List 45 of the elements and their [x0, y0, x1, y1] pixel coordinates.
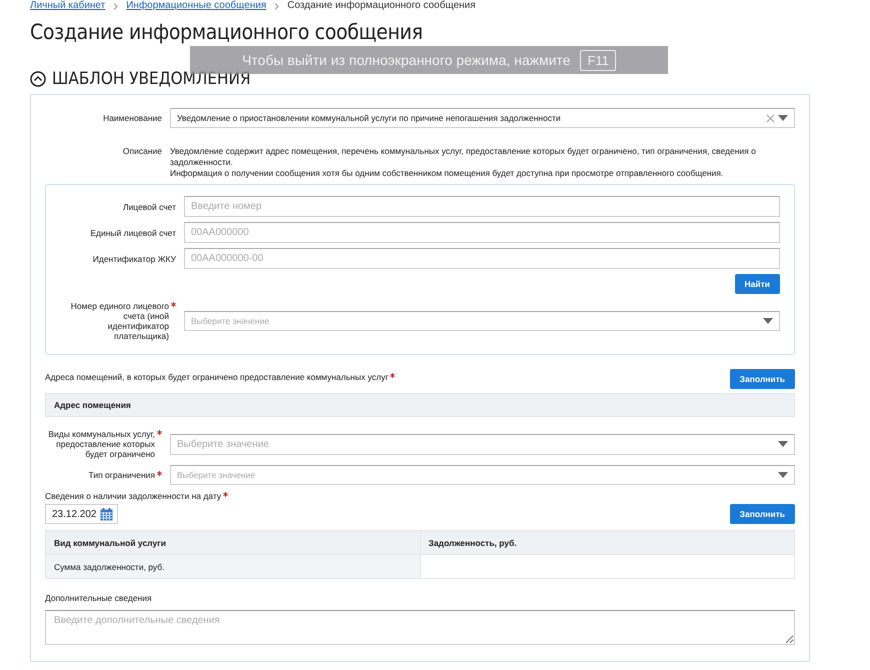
select-field[interactable]: Выберите значение	[184, 311, 780, 331]
breadcrumb-link[interactable]: Информационные сообщения	[126, 0, 266, 12]
description-text: Информация о получении сообщения хотя бы одним собственником помещения будет доступна при просмотре отправленного сообщения.	[170, 168, 724, 179]
column-header: Вид коммунальной услуги	[46, 530, 420, 554]
table-cell: Сумма задолженности, руб.	[46, 554, 420, 578]
notice-text: Чтобы выйти из полноэкранного режима, нажмите	[242, 52, 570, 68]
section-title: ШАБЛОН УВЕДОМЛЕНИЯ	[52, 69, 251, 89]
chevron-icon	[274, 2, 280, 10]
calendar-icon[interactable]	[100, 508, 112, 520]
select-field[interactable]: Уведомление о приостановлении коммунальной услуги по причине непогашения задолженности	[170, 108, 795, 128]
input-field[interactable]: 00АА000000-00	[184, 248, 780, 269]
field-label: Идентификатор ЖКУ	[92, 254, 176, 264]
field-label: Описание	[122, 146, 163, 156]
field-label: Номер единого лицевого счета (иной идентификатор плательщика)	[70, 301, 169, 341]
column-header: Задолженность, руб.	[420, 530, 794, 554]
caret-icon	[778, 472, 788, 478]
search-button[interactable]: Найти	[734, 274, 780, 294]
field-label: Виды коммунальных услуг, предоставление которых будет ограничено	[47, 429, 155, 459]
input-field[interactable]: Введите номер	[184, 196, 780, 217]
fill-button[interactable]: Заполнить	[730, 369, 795, 389]
select-field[interactable]: Выберите значение	[170, 434, 795, 454]
select-field[interactable]: Выберите значение	[170, 465, 795, 485]
caret-icon	[778, 115, 788, 121]
text-area[interactable]: Введите дополнительные сведения	[45, 610, 795, 645]
field-label: Дополнительные сведения	[45, 593, 153, 603]
caret-icon	[763, 318, 773, 324]
table-header: Адрес помещения	[45, 393, 795, 417]
collapse-icon[interactable]	[30, 71, 46, 87]
key-label: F11	[580, 50, 616, 70]
field-label: Лицевой счет	[122, 202, 176, 212]
breadcrumb-link[interactable]: Личный кабинет	[30, 0, 106, 12]
field-label: Адреса помещений, в которых будет ограничено предоставление коммунальных услуг	[45, 372, 388, 382]
field-label: Наименование	[102, 113, 163, 123]
input-field[interactable]: 00АА000000	[184, 222, 780, 243]
field-label: Сведения о наличии задолженности на дату	[45, 491, 222, 501]
description-text: Уведомление содержит адрес помещения, перечень коммунальных услуг, предоставление которых будет ограничено, тип ограничения, сведения о задолженности.	[170, 146, 757, 168]
fill-button[interactable]: Заполнить	[730, 504, 795, 524]
chevron-icon	[113, 2, 118, 10]
field-label: Единый лицевой счет	[89, 228, 176, 238]
clear-icon[interactable]	[766, 114, 775, 122]
breadcrumb-current: Создание информационного сообщения	[287, 0, 476, 12]
page-title: Создание информационного сообщения	[30, 20, 423, 44]
field-label: Тип ограничения	[88, 470, 155, 480]
date-field[interactable]: 23.12.202	[45, 504, 118, 524]
caret-icon	[778, 441, 788, 447]
